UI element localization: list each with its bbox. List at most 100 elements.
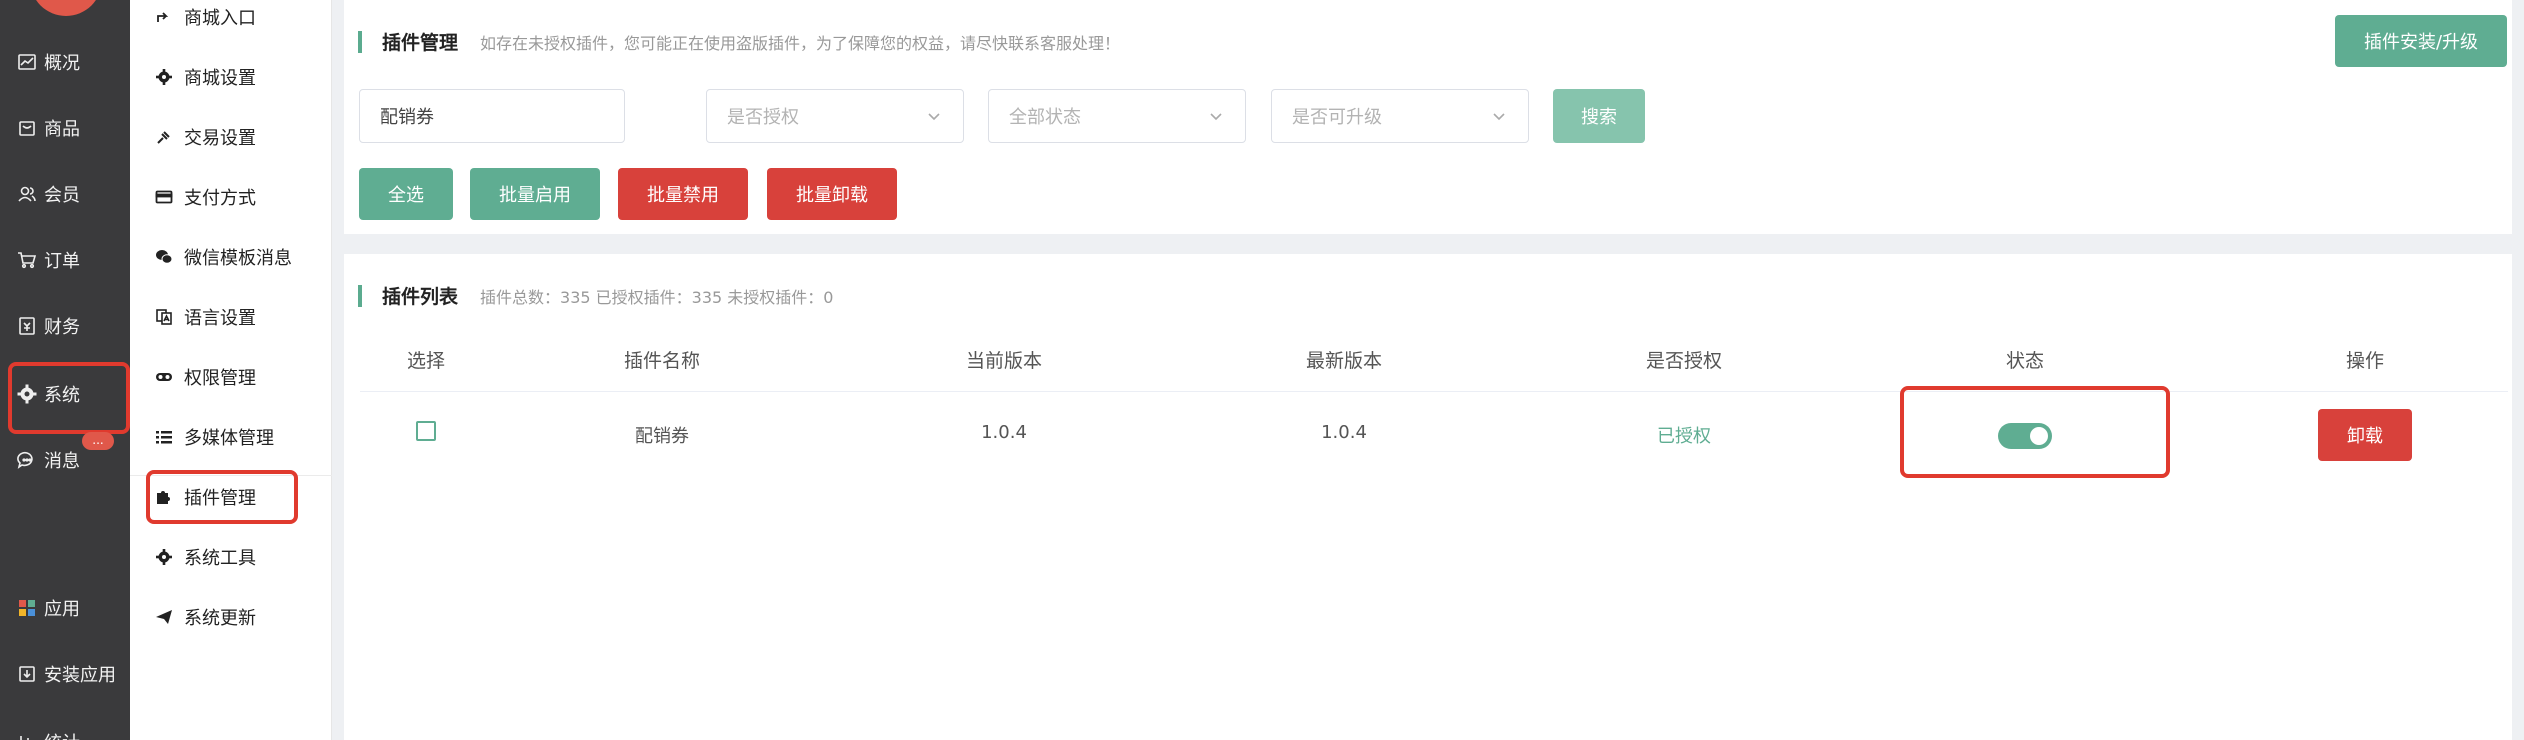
sidebar-item-overview[interactable]: 概况: [0, 38, 130, 86]
list-header: 插件列表 插件总数：335 已授权插件：335 未授权插件：0: [358, 282, 833, 309]
keyword-input[interactable]: 配销券: [359, 89, 625, 143]
sidebar-item-orders[interactable]: 订单: [0, 236, 130, 284]
title-accent-bar: [358, 30, 362, 53]
submenu-item-trade-settings[interactable]: 交易设置: [130, 108, 332, 166]
language-icon: [154, 307, 174, 327]
submenu-item-language[interactable]: 语言设置: [130, 288, 332, 346]
main-sidebar: 概况 商品 会员 订单 财务 系统 消息 应用 安装应用 ...: [0, 0, 130, 740]
sidebar-item-install-apps[interactable]: 安装应用: [0, 650, 130, 698]
plugin-name: 配销券: [635, 426, 689, 447]
sidebar-item-label: 商品: [44, 119, 80, 140]
sidebar-item-label: 安装应用: [44, 665, 116, 686]
system-submenu: 商城入口 商城设置 交易设置 支付方式 微信模板消息 语言设置 权限管理 多媒体…: [130, 0, 332, 740]
sidebar-item-products[interactable]: 商品: [0, 104, 130, 152]
sidebar-item-label: 财务: [44, 317, 80, 338]
sidebar-item-label: 概况: [44, 53, 80, 74]
sidebar-item-label: 订单: [44, 251, 80, 272]
cart-icon: [16, 249, 38, 271]
filter-panel: 插件管理 如存在未授权插件，您可能正在使用盗版插件，为了保障您的权益，请尽快联系…: [344, 0, 2512, 234]
chevron-down-icon: [1210, 113, 1222, 121]
share-icon: [154, 7, 174, 27]
credit-card-icon: [154, 187, 174, 207]
chart-line-icon: [16, 51, 38, 73]
sidebar-item-label: 会员: [44, 185, 80, 206]
highlight-system: [8, 362, 130, 434]
submenu-item-wechat-template[interactable]: 微信模板消息: [130, 228, 332, 286]
batch-enable-button[interactable]: 批量启用: [470, 168, 600, 220]
select-all-button[interactable]: 全选: [359, 168, 453, 220]
column-header-action: 操作: [2345, 350, 2385, 372]
chat-icon: [16, 449, 38, 471]
highlight-plugin-management: [146, 470, 298, 524]
column-header-name: 插件名称: [623, 350, 701, 372]
submenu-item-label: 支付方式: [184, 188, 256, 209]
list-icon: [154, 427, 174, 447]
search-button[interactable]: 搜索: [1553, 89, 1645, 143]
submenu-item-label: 系统更新: [184, 608, 256, 629]
submenu-item-permissions[interactable]: 权限管理: [130, 348, 332, 406]
submenu-item-label: 商城设置: [184, 68, 256, 89]
sidebar-item-stats[interactable]: 统计: [0, 718, 130, 740]
finance-icon: [16, 315, 38, 337]
plugin-summary: 插件总数：335 已授权插件：335 未授权插件：0: [480, 287, 834, 307]
install-upgrade-button[interactable]: 插件安装/升级: [2335, 15, 2507, 67]
shop-bag-icon: [16, 117, 38, 139]
submenu-item-label: 多媒体管理: [184, 428, 274, 449]
column-header-current: 当前版本: [965, 350, 1043, 372]
stats-icon: [16, 731, 38, 740]
submenu-item-media[interactable]: 多媒体管理: [130, 408, 332, 466]
authorized-select[interactable]: 是否授权: [706, 89, 964, 143]
sidebar-item-members[interactable]: 会员: [0, 170, 130, 218]
status-select-placeholder: 全部状态: [1009, 107, 1081, 128]
status-select[interactable]: 全部状态: [988, 89, 1246, 143]
submenu-item-system-update[interactable]: 系统更新: [130, 588, 332, 646]
submenu-item-mall-settings[interactable]: 商城设置: [130, 48, 332, 106]
pin-icon: [154, 127, 174, 147]
current-version: 1.0.4: [981, 422, 1027, 443]
table-header-divider: [360, 391, 2508, 392]
sidebar-item-label: 统计: [44, 729, 80, 740]
submenu-item-label: 商城入口: [184, 8, 256, 29]
submenu-item-label: 微信模板消息: [184, 248, 292, 269]
message-badge: ...: [82, 432, 114, 450]
uninstall-button[interactable]: 卸载: [2318, 409, 2412, 461]
submenu-item-system-tools[interactable]: 系统工具: [130, 528, 332, 586]
plugin-list-panel: 插件列表 插件总数：335 已授权插件：335 未授权插件：0: [344, 254, 2512, 740]
authorized-status: 已授权: [1657, 426, 1711, 447]
chevron-down-icon: [1493, 113, 1505, 121]
page-title: 插件管理: [382, 32, 459, 54]
install-icon: [16, 663, 38, 685]
column-header-status: 状态: [2005, 350, 2045, 372]
submenu-item-label: 系统工具: [184, 548, 256, 569]
wechat-icon: [154, 247, 174, 267]
license-notice: 如存在未授权插件，您可能正在使用盗版插件，为了保障您的权益，请尽快联系客服处理！: [480, 33, 1121, 53]
avatar[interactable]: [30, 0, 102, 16]
batch-uninstall-button[interactable]: 批量卸载: [767, 168, 897, 220]
chevron-down-icon: [928, 113, 940, 121]
sidebar-item-label: 应用: [44, 599, 80, 620]
main-content: 插件管理 如存在未授权插件，您可能正在使用盗版插件，为了保障您的权益，请尽快联系…: [344, 0, 2512, 740]
sidebar-item-apps[interactable]: 应用: [0, 584, 130, 632]
send-icon: [154, 607, 174, 627]
submenu-item-label: 语言设置: [184, 308, 256, 329]
submenu-item-mall-entry[interactable]: 商城入口: [130, 0, 332, 46]
users-icon: [16, 183, 38, 205]
page-header: 插件管理 如存在未授权插件，您可能正在使用盗版插件，为了保障您的权益，请尽快联系…: [358, 28, 1120, 55]
submenu-item-label: 交易设置: [184, 128, 256, 149]
app-root: 概况 商品 会员 订单 财务 系统 消息 应用 安装应用 ... 商城入口 商城…: [0, 0, 2524, 740]
gear-icon: [154, 547, 174, 567]
highlight-status-toggle: [1900, 386, 2170, 478]
submenu-item-label: 权限管理: [184, 368, 256, 389]
submenu-item-payment[interactable]: 支付方式: [130, 168, 332, 226]
batch-disable-button[interactable]: 批量禁用: [618, 168, 748, 220]
gear-icon: [154, 67, 174, 87]
column-header-select: 选择: [406, 350, 446, 372]
upgradable-select-placeholder: 是否可升级: [1292, 107, 1382, 128]
column-header-authorized: 是否授权: [1645, 350, 1723, 372]
sidebar-item-finance[interactable]: 财务: [0, 302, 130, 350]
row-checkbox[interactable]: [416, 421, 436, 441]
upgradable-select[interactable]: 是否可升级: [1271, 89, 1529, 143]
key-icon: [154, 367, 174, 387]
authorized-select-placeholder: 是否授权: [727, 107, 799, 128]
column-header-latest: 最新版本: [1305, 350, 1383, 372]
